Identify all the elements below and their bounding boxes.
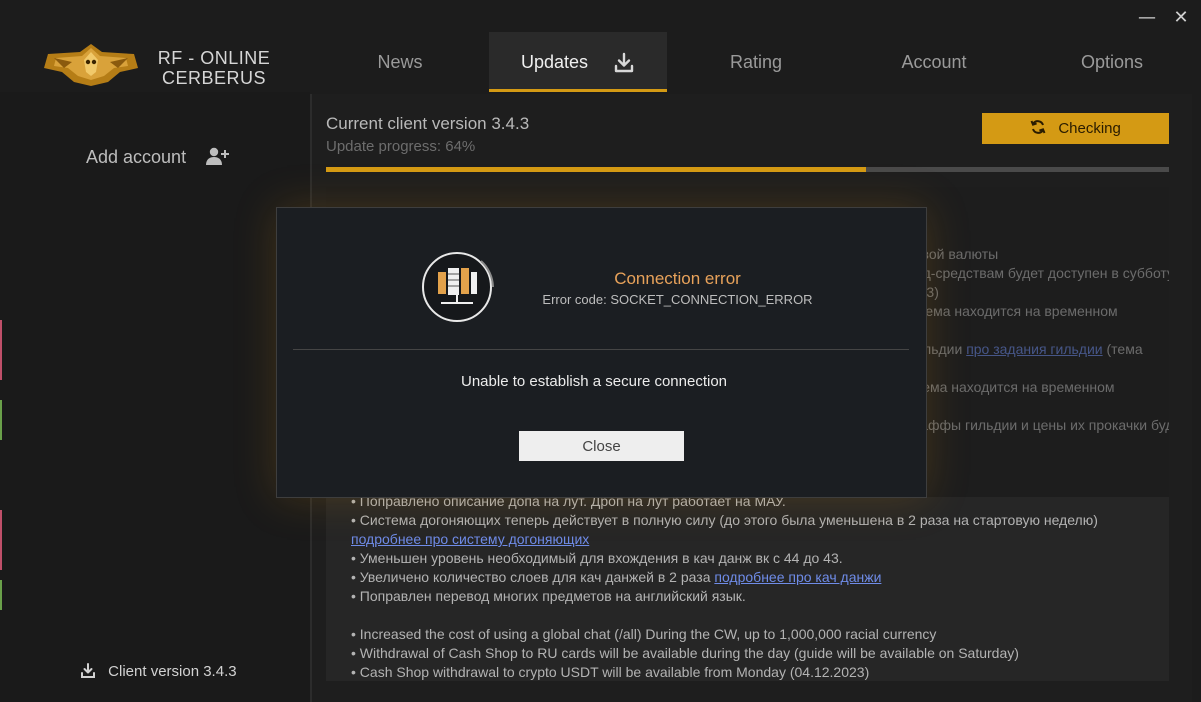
- logo-text: RF - ONLINE CERBERUS: [152, 48, 276, 88]
- connection-error-dialog: Connection error Error code: SOCKET_CONN…: [276, 207, 927, 498]
- patch-note-link[interactable]: подробнее про кач данжи: [714, 569, 881, 585]
- logo-line-2: CERBERUS: [161, 68, 267, 88]
- download-icon: [614, 53, 634, 73]
- patch-note-line: • Cash Shop withdrawal to crypto USDT wi…: [351, 663, 1151, 681]
- patch-note-line: • Уменьшен уровень необходимый для вхожд…: [351, 549, 1151, 568]
- checking-label: Checking: [1058, 120, 1121, 137]
- patch-note-line: подробнее про систему догоняющих: [351, 530, 1151, 549]
- launcher-window: — ✕ RF - ONLINE CERBERUS News Updates Ra…: [0, 0, 1201, 702]
- patch-note-text: • Increased the cost of using a global c…: [351, 626, 937, 642]
- dialog-divider: [293, 349, 909, 350]
- tab-account[interactable]: Account: [845, 32, 1023, 90]
- download-icon: [81, 663, 95, 678]
- patch-note-link[interactable]: подробнее про систему догоняющих: [351, 531, 589, 547]
- patch-note-text: • Увеличено количество слоев для кач дан…: [351, 569, 711, 585]
- tab-updates[interactable]: Updates: [489, 32, 667, 92]
- patch-note-line: • Withdrawal of Cash Shop to RU cards wi…: [351, 644, 1151, 663]
- tab-options[interactable]: Options: [1023, 32, 1201, 90]
- update-progress-fill: [326, 167, 866, 172]
- patch-note-text: • Withdrawal of Cash Shop to RU cards wi…: [351, 645, 1019, 661]
- tab-updates-label: Updates: [520, 52, 589, 72]
- close-window-button[interactable]: ✕: [1170, 8, 1192, 28]
- add-user-icon: [206, 147, 230, 165]
- tab-rating[interactable]: Rating: [667, 32, 845, 90]
- update-progress-text: Update progress: 64%: [326, 138, 476, 155]
- logo-line-1: RF - ONLINE: [157, 48, 271, 68]
- client-version-label: Client version 3.4.3: [108, 663, 237, 680]
- tab-news[interactable]: News: [311, 32, 489, 90]
- patch-note-line: • Increased the cost of using a global c…: [351, 625, 1151, 644]
- logo-emblem: [44, 44, 138, 86]
- patch-note-line: • Система догоняющих теперь действует в …: [351, 511, 1151, 530]
- dialog-error-code: Error code: SOCKET_CONNECTION_ERROR: [542, 292, 813, 307]
- checking-button[interactable]: Checking: [982, 113, 1169, 144]
- refresh-icon: [1030, 120, 1046, 134]
- dialog-close-button[interactable]: Close: [519, 431, 684, 461]
- patch-note-line: • Увеличено количество слоев для кач дан…: [351, 568, 1151, 587]
- left-edge-strip: [0, 320, 2, 610]
- add-account-button[interactable]: Add account: [86, 146, 230, 168]
- current-version-text: Current client version 3.4.3: [326, 114, 530, 133]
- sidebar: [0, 92, 310, 702]
- patch-note-line: [351, 606, 1151, 625]
- patch-note-text: • Уменьшен уровень необходимый для вхожд…: [351, 550, 843, 566]
- client-version: Client version 3.4.3: [80, 663, 237, 680]
- update-progress-bar: [326, 167, 1169, 172]
- patch-note-text: • Система догоняющих теперь действует в …: [351, 512, 1098, 528]
- patch-note-text: • Cash Shop withdrawal to crypto USDT wi…: [351, 664, 870, 680]
- minimize-button[interactable]: —: [1136, 8, 1158, 28]
- add-account-label: Add account: [86, 147, 187, 167]
- dialog-title: Connection error: [614, 269, 741, 288]
- patch-note-text: • Поправлен перевод многих предметов на …: [351, 588, 746, 604]
- patch-note-line: • Поправлен перевод многих предметов на …: [351, 587, 1151, 606]
- dialog-message: Unable to establish a secure connection: [461, 373, 728, 390]
